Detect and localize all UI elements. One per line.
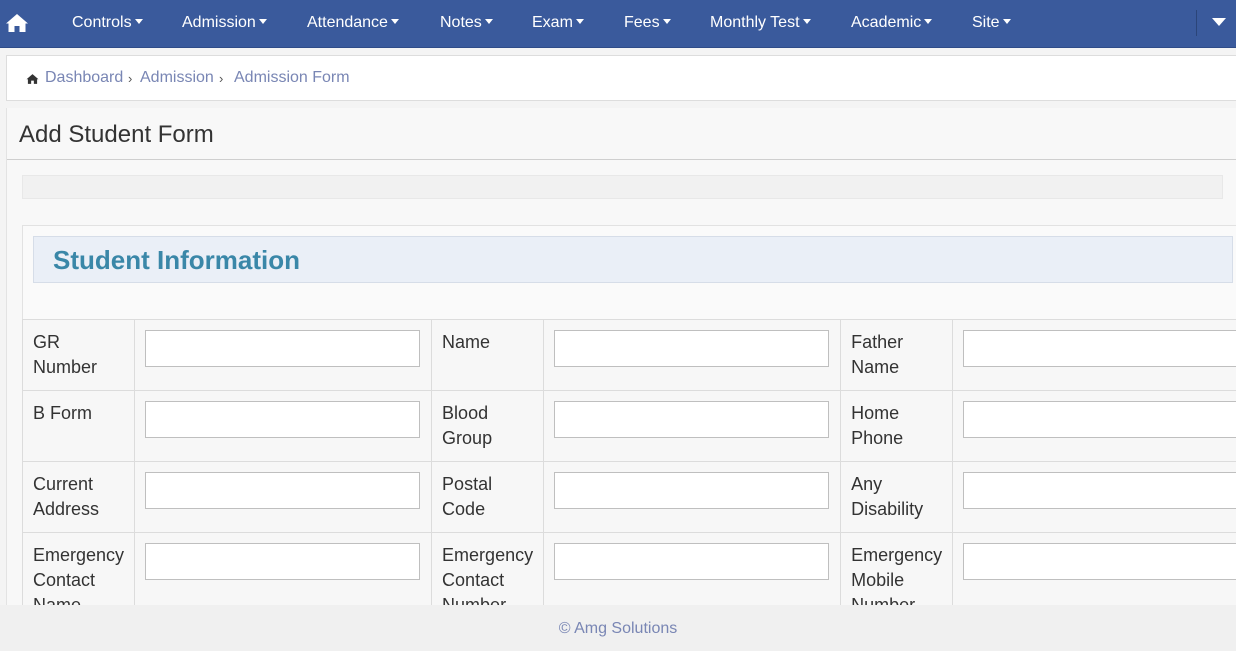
form-row: GR Number Name Father Name (21, 319, 1236, 391)
any-disability-label: Any Disability (840, 461, 954, 533)
nav-site[interactable]: Site (972, 0, 1011, 46)
breadcrumb-separator: › (128, 71, 133, 86)
gr-number-cell (134, 319, 433, 391)
caret-down-icon (924, 19, 933, 24)
page-title: Add Student Form (19, 121, 214, 148)
nav-monthly-test-label: Monthly Test (710, 14, 800, 31)
breadcrumb-admission-link[interactable]: Admission (140, 69, 214, 87)
nav-attendance-label: Attendance (307, 14, 388, 31)
footer: © Amg Solutions (0, 605, 1236, 651)
home-phone-cell (952, 390, 1236, 462)
nav-academic[interactable]: Academic (851, 0, 933, 46)
user-menu-toggle-icon[interactable] (1212, 18, 1226, 26)
caret-down-icon (390, 19, 399, 24)
student-information-panel: Student Information GR Number Name Fathe… (21, 225, 1236, 645)
father-name-label: Father Name (840, 319, 954, 391)
emergency-mobile-number-input[interactable] (963, 543, 1236, 580)
nav-divider (1196, 10, 1197, 36)
home-phone-input[interactable] (963, 401, 1236, 438)
emergency-contact-number-input[interactable] (554, 543, 830, 580)
caret-down-icon (258, 19, 267, 24)
form-row: B Form Blood Group Home Phone (21, 390, 1236, 462)
father-name-input[interactable] (963, 330, 1236, 367)
caret-down-icon (1002, 19, 1011, 24)
nav-admission-label: Admission (182, 14, 256, 31)
current-address-cell (134, 461, 433, 533)
blood-group-label: Blood Group (431, 390, 545, 462)
caret-down-icon (662, 19, 671, 24)
nav-controls-label: Controls (72, 14, 132, 31)
caret-down-icon (802, 19, 811, 24)
caret-down-icon (575, 19, 584, 24)
breadcrumb: Dashboard › Admission › Admission Form (6, 55, 1236, 101)
nav-academic-label: Academic (851, 14, 922, 31)
any-disability-input[interactable] (963, 472, 1236, 509)
student-form-table: GR Number Name Father Name B Form Blood … (21, 319, 1236, 629)
form-row: Current Address Postal Code Any Disabili… (21, 461, 1236, 533)
postal-code-label: Postal Code (431, 461, 545, 533)
b-form-input[interactable] (145, 401, 421, 438)
nav-controls[interactable]: Controls (72, 0, 143, 46)
nav-admission[interactable]: Admission (182, 0, 267, 46)
gr-number-input[interactable] (145, 330, 421, 367)
add-student-card: Add Student Form Student Information GR … (6, 108, 1236, 645)
b-form-cell (134, 390, 433, 462)
emergency-contact-name-input[interactable] (145, 543, 421, 580)
title-divider (7, 159, 1236, 160)
father-name-cell (952, 319, 1236, 391)
breadcrumb-separator: › (219, 71, 224, 86)
nav-site-label: Site (972, 14, 1000, 31)
caret-down-icon (134, 19, 143, 24)
home-icon[interactable] (0, 0, 34, 46)
nav-fees[interactable]: Fees (624, 0, 671, 46)
home-icon (26, 72, 39, 90)
section-header: Student Information (33, 236, 1233, 283)
breadcrumb-dashboard-link[interactable]: Dashboard (45, 69, 123, 87)
name-cell (543, 319, 842, 391)
nav-monthly-test[interactable]: Monthly Test (710, 0, 811, 46)
nav-exam-label: Exam (532, 14, 573, 31)
caret-down-icon (484, 19, 493, 24)
breadcrumb-current: Admission Form (234, 69, 350, 86)
nav-notes-label: Notes (440, 14, 482, 31)
current-address-input[interactable] (145, 472, 421, 509)
b-form-label: B Form (21, 390, 136, 462)
nav-attendance[interactable]: Attendance (307, 0, 399, 46)
current-address-label: Current Address (21, 461, 136, 533)
postal-code-input[interactable] (554, 472, 830, 509)
name-input[interactable] (554, 330, 830, 367)
nav-notes[interactable]: Notes (440, 0, 493, 46)
gr-number-label: GR Number (21, 319, 136, 391)
empty-toolbar-strip (22, 175, 1223, 199)
top-navbar: Controls Admission Attendance Notes Exam… (0, 0, 1236, 48)
blood-group-cell (543, 390, 842, 462)
home-phone-label: Home Phone (840, 390, 954, 462)
any-disability-cell (952, 461, 1236, 533)
name-label: Name (431, 319, 545, 391)
section-title: Student Information (53, 245, 300, 275)
blood-group-input[interactable] (554, 401, 830, 438)
postal-code-cell (543, 461, 842, 533)
nav-exam[interactable]: Exam (532, 0, 584, 46)
nav-fees-label: Fees (624, 14, 660, 31)
footer-copyright: © Amg Solutions (558, 620, 678, 637)
